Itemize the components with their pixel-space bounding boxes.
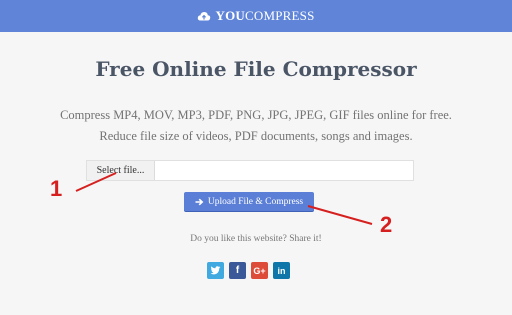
social-share-bar: f G+ in: [207, 262, 290, 279]
upload-compress-label: Upload File & Compress: [207, 196, 304, 207]
description-line-2: Reduce file size of videos, PDF document…: [99, 129, 413, 143]
arrow-right-icon: [195, 198, 204, 205]
upload-compress-button[interactable]: Upload File & Compress: [184, 192, 314, 211]
linkedin-icon[interactable]: in: [273, 262, 290, 279]
description-line-1: Compress MP4, MOV, MP3, PDF, PNG, JPG, J…: [60, 108, 452, 122]
google-plus-icon[interactable]: G+: [251, 262, 268, 279]
twitter-icon[interactable]: [207, 262, 224, 279]
select-file-button[interactable]: Select file...: [87, 161, 155, 180]
twitter-bird-icon: [210, 266, 221, 275]
annotation-number-2: 2: [380, 212, 393, 237]
brand-name-rest[interactable]: COMPRESS: [245, 8, 315, 24]
cloud-upload-icon: [197, 10, 211, 22]
share-prompt: Do you like this website? Share it!: [190, 234, 322, 244]
page-title: Free Online File Compressor: [95, 57, 417, 81]
brand-name-bold[interactable]: YOU: [215, 8, 245, 24]
file-picker: Select file...: [86, 160, 414, 181]
annotation-arrow-2: [307, 205, 373, 225]
facebook-icon[interactable]: f: [229, 262, 246, 279]
annotation-number-1: 1: [50, 176, 63, 201]
file-path-field[interactable]: [155, 161, 413, 180]
top-bar: YOU COMPRESS: [0, 0, 512, 32]
